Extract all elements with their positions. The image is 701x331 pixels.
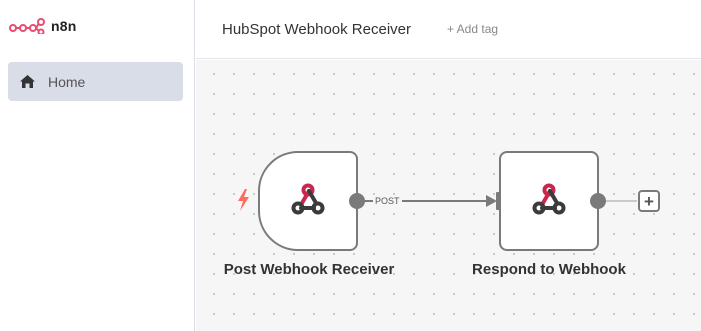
output-handle[interactable] (590, 193, 606, 209)
node-respond-to-webhook[interactable] (499, 151, 599, 251)
webhook-icon (532, 183, 566, 215)
node-post-webhook-receiver[interactable] (258, 151, 358, 251)
node-label: Respond to Webhook (472, 261, 626, 278)
workflow-header: HubSpot Webhook Receiver + Add tag (196, 0, 701, 59)
workflow-title[interactable]: HubSpot Webhook Receiver (222, 21, 411, 38)
n8n-logo[interactable]: n8n (9, 18, 77, 34)
sidebar: n8n Home (0, 0, 195, 331)
sidebar-item-label: Home (48, 73, 86, 90)
home-icon (19, 74, 35, 90)
sidebar-item-home[interactable]: Home (8, 62, 183, 101)
add-tag-button[interactable]: + Add tag (447, 22, 498, 36)
node-label: Post Webhook Receiver (223, 261, 395, 278)
add-node-button[interactable]: + (638, 190, 660, 212)
webhook-icon (291, 183, 325, 215)
connection-label: POST (373, 196, 402, 206)
logo-text: n8n (51, 18, 77, 34)
n8n-logo-icon (9, 18, 45, 34)
trigger-bolt-icon (238, 189, 249, 211)
output-handle[interactable] (349, 193, 365, 209)
